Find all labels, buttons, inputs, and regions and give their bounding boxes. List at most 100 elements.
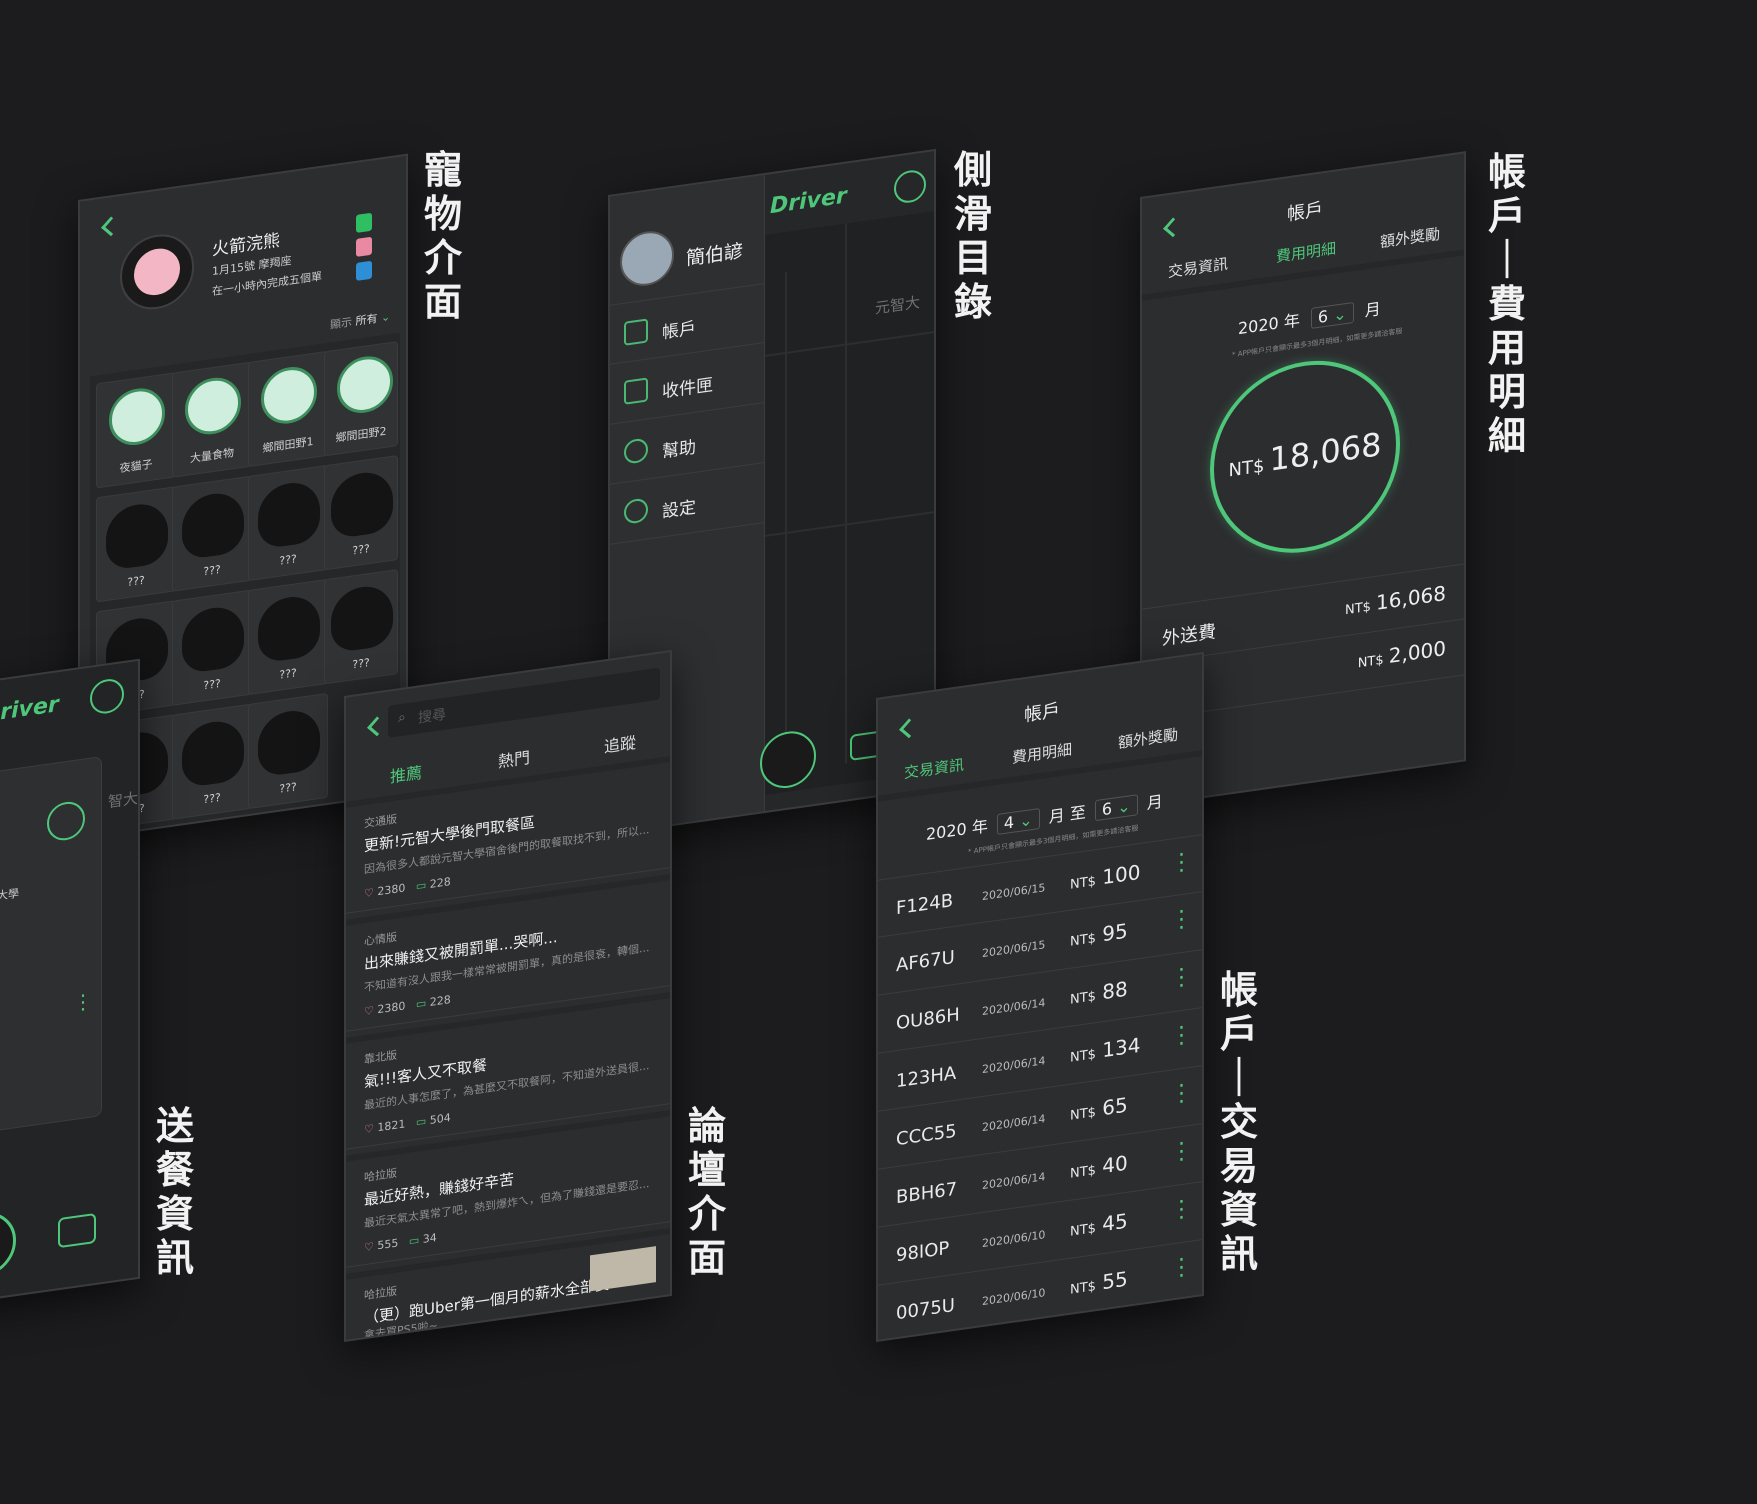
locked-pet-icon bbox=[182, 489, 244, 561]
locked-pet-cell[interactable]: ??? bbox=[172, 475, 252, 592]
year-value: 2020 bbox=[1238, 313, 1279, 339]
tab-transactions[interactable]: 交易資訊 bbox=[1168, 253, 1228, 282]
locked-pet-cell[interactable]: ??? bbox=[96, 486, 176, 603]
tx-code: 0075U bbox=[896, 1294, 955, 1325]
pet-cell[interactable]: 鄉間田野2 bbox=[324, 341, 398, 457]
heart-icon[interactable]: ♡ bbox=[364, 1240, 374, 1254]
pet-cell[interactable]: 大量食物 bbox=[172, 361, 252, 478]
app-name: Driver bbox=[0, 692, 59, 728]
tab-bonus[interactable]: 額外獎勵 bbox=[1380, 223, 1440, 252]
more-icon[interactable]: · · · bbox=[1178, 1132, 1185, 1174]
tx-amount: NT$ 45 bbox=[1070, 1208, 1128, 1240]
locked-pet-cell[interactable]: ??? bbox=[324, 455, 398, 571]
more-icon[interactable]: · · · bbox=[1178, 1074, 1185, 1116]
post-board: 心情版 bbox=[364, 930, 397, 949]
document-icon[interactable] bbox=[90, 676, 124, 716]
tab-bonus[interactable]: 額外獎勵 bbox=[1118, 724, 1178, 753]
tab-transactions[interactable]: 交易資訊 bbox=[904, 754, 964, 783]
pet-fab[interactable] bbox=[0, 1208, 16, 1282]
month-from-select[interactable]: 4 ⌄ bbox=[996, 808, 1040, 836]
locked-pet-icon bbox=[331, 582, 393, 654]
tx-date: 2020/06/14 bbox=[982, 1054, 1046, 1077]
chevron-down-icon: ⌄ bbox=[1333, 303, 1347, 325]
cat-pet-icon bbox=[109, 384, 165, 449]
more-icon[interactable]: · · · bbox=[1178, 843, 1185, 885]
tx-amount: NT$ 134 bbox=[1070, 1032, 1141, 1066]
comment-count: 504 bbox=[429, 1110, 451, 1127]
help-icon bbox=[624, 437, 648, 465]
heart-icon[interactable]: ♡ bbox=[364, 1004, 374, 1018]
color-swatch-pink[interactable] bbox=[356, 236, 372, 257]
month-select[interactable]: 6 ⌄ bbox=[1310, 301, 1354, 329]
more-icon[interactable]: ⋮ bbox=[73, 988, 93, 1015]
locked-pet-cell[interactable]: ??? bbox=[248, 464, 328, 582]
tx-code: 98IOP bbox=[896, 1237, 950, 1267]
document-icon[interactable] bbox=[894, 168, 926, 205]
comment-icon[interactable]: ▭ bbox=[416, 1114, 426, 1128]
tx-code: AF67U bbox=[896, 946, 955, 977]
more-icon[interactable]: · · · bbox=[1178, 900, 1185, 942]
phone-icon[interactable] bbox=[47, 799, 85, 843]
post-stats: ♡ 1821 ▭ 504 bbox=[364, 1111, 451, 1136]
post-board: 哈拉版 bbox=[364, 1284, 397, 1303]
more-icon[interactable]: · · · bbox=[1178, 1016, 1185, 1058]
locked-pet-cell[interactable]: ??? bbox=[324, 569, 398, 685]
forum-screen-label: 論壇介面 bbox=[687, 1103, 726, 1280]
pet-label: ??? bbox=[279, 552, 297, 568]
sidebar-item-label: 幫助 bbox=[662, 437, 696, 463]
pet-cell[interactable]: 夜貓子 bbox=[96, 372, 176, 489]
tab-fees[interactable]: 費用明細 bbox=[1276, 237, 1336, 266]
tx-date: 2020/06/15 bbox=[982, 881, 1046, 904]
tab-following[interactable]: 追蹤 bbox=[604, 729, 636, 757]
heart-icon[interactable]: ♡ bbox=[364, 886, 374, 900]
avatar[interactable] bbox=[620, 227, 674, 290]
month-unit: 月 bbox=[1146, 791, 1163, 813]
like-count: 555 bbox=[377, 1236, 399, 1253]
locked-pet-cell[interactable]: ??? bbox=[172, 703, 252, 820]
back-icon[interactable] bbox=[367, 716, 387, 737]
locked-pet-icon bbox=[258, 592, 320, 664]
year-unit: 年 bbox=[971, 816, 988, 838]
tx-date: 2020/06/10 bbox=[982, 1228, 1046, 1251]
post-stats: ♡ 555 ▭ 34 bbox=[364, 1231, 437, 1254]
back-icon[interactable] bbox=[1163, 217, 1183, 238]
post-stats: ♡ 2380 ▭ 228 bbox=[364, 993, 451, 1018]
wallet-icon bbox=[624, 318, 648, 346]
pet-avatar bbox=[120, 229, 194, 315]
more-icon[interactable]: · · · bbox=[1178, 1248, 1185, 1290]
duck-pet-icon bbox=[261, 363, 317, 428]
search-bar[interactable]: ⌕ 搜尋 bbox=[388, 667, 660, 738]
filter[interactable]: 顯示 所有 ⌄ bbox=[330, 308, 390, 332]
back-icon[interactable] bbox=[899, 718, 919, 739]
comment-icon[interactable]: ▭ bbox=[409, 1233, 419, 1247]
more-icon[interactable]: · · · bbox=[1178, 1190, 1185, 1232]
pet-cell[interactable]: 鄉間田野1 bbox=[248, 350, 328, 468]
heart-icon[interactable]: ♡ bbox=[364, 1122, 374, 1136]
tx-date: 2020/06/14 bbox=[982, 996, 1046, 1019]
pet-label: 夜貓子 bbox=[119, 457, 153, 476]
month-to-select[interactable]: 6 ⌄ bbox=[1094, 794, 1138, 822]
chevron-down-icon: ⌄ bbox=[1019, 809, 1033, 831]
sidebar-item-label: 設定 bbox=[662, 497, 696, 523]
tx-amount: NT$ 100 bbox=[1070, 859, 1141, 893]
tab-fees[interactable]: 費用明細 bbox=[1012, 738, 1072, 767]
comment-icon[interactable]: ▭ bbox=[416, 878, 426, 892]
tab-popular[interactable]: 熱門 bbox=[498, 744, 530, 772]
tx-amount: NT$ 65 bbox=[1070, 1092, 1128, 1124]
tab-recommended[interactable]: 推薦 bbox=[390, 759, 422, 787]
tx-code: BBH67 bbox=[896, 1178, 958, 1209]
locked-pet-cell[interactable]: ??? bbox=[172, 589, 252, 706]
more-icon[interactable]: · · · bbox=[1178, 958, 1185, 1000]
locked-pet-cell[interactable]: ??? bbox=[248, 578, 328, 696]
color-swatch-blue[interactable] bbox=[356, 260, 372, 281]
fee-label: 外送費 bbox=[1162, 621, 1216, 650]
post-board: 靠北版 bbox=[364, 1048, 397, 1067]
back-icon[interactable] bbox=[101, 216, 121, 237]
pet-label: ??? bbox=[279, 780, 297, 796]
comment-icon[interactable]: ▭ bbox=[416, 996, 426, 1010]
chat-icon[interactable] bbox=[58, 1212, 96, 1249]
tx-date: 2020/06/14 bbox=[982, 1112, 1046, 1135]
order-card[interactable]: 元智大學 ⋮ bbox=[0, 756, 102, 1136]
locked-pet-cell[interactable]: ??? bbox=[248, 692, 328, 810]
color-swatch-green[interactable] bbox=[356, 212, 372, 233]
